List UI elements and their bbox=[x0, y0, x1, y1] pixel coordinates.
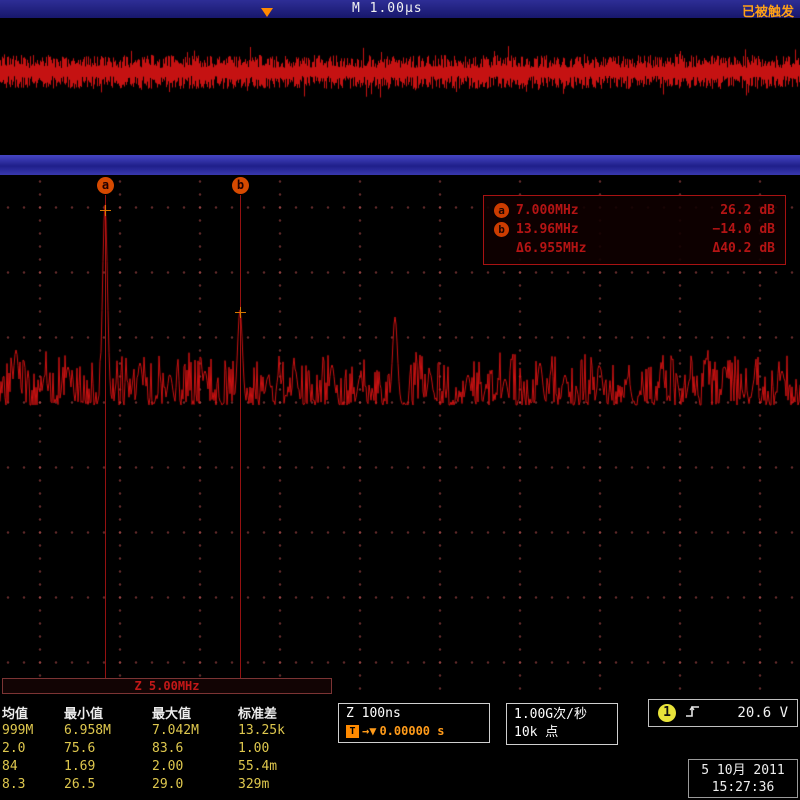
edge-slope-icon bbox=[685, 704, 701, 723]
cursor-a-level: 26.2 dB bbox=[720, 203, 775, 218]
oscilloscope-screen: M 1.00μs 已被触发 a b a 7.000MHz 26.2 dB b 1… bbox=[0, 0, 800, 800]
pane-separator bbox=[0, 155, 800, 175]
meas-header-max: 最大值 bbox=[152, 703, 238, 723]
cursor-delta-badge-spacer bbox=[494, 241, 509, 256]
trigger-position-readout: 0.00000 s bbox=[379, 724, 444, 738]
center-frequency-bar: Z 5.00MHz bbox=[2, 678, 332, 694]
meas-cell: 999M bbox=[2, 723, 64, 741]
meas-cell: 29.0 bbox=[152, 777, 238, 795]
top-status-bar: M 1.00μs 已被触发 bbox=[0, 0, 800, 18]
meas-cell: 2.00 bbox=[152, 759, 238, 777]
time-waveform-canvas bbox=[0, 18, 800, 155]
meas-cell: 1.69 bbox=[64, 759, 152, 777]
cursor-delta-frequency: Δ6.955MHz bbox=[516, 241, 586, 256]
record-length-readout: 10k 点 bbox=[514, 724, 610, 742]
cursor-delta-readout-row: Δ6.955MHz Δ40.2 dB bbox=[494, 239, 775, 258]
bottom-status-panel: 均值 最小值 最大值 标准差 999M 6.958M 7.042M 13.25k… bbox=[0, 695, 800, 800]
cursor-delta-level: Δ40.2 dB bbox=[712, 241, 775, 256]
date-readout: 5 10月 2011 bbox=[689, 762, 797, 779]
fft-graticule: a b a 7.000MHz 26.2 dB b 13.96MHz −14.0 … bbox=[0, 175, 800, 695]
trigger-t-icon: T bbox=[346, 725, 359, 738]
cursor-b-handle[interactable]: b bbox=[232, 177, 249, 194]
trigger-position-marker-icon bbox=[261, 8, 273, 17]
cursor-b-readout-row: b 13.96MHz −14.0 dB bbox=[494, 220, 775, 239]
acquisition-box: 1.00G次/秒 10k 点 bbox=[506, 703, 618, 745]
meas-cell: 2.0 bbox=[2, 741, 64, 759]
trigger-level-readout: 20.6 V bbox=[737, 705, 788, 721]
meas-cell: 13.25k bbox=[238, 723, 322, 741]
measurement-table: 均值 最小值 最大值 标准差 999M 6.958M 7.042M 13.25k… bbox=[2, 703, 322, 795]
meas-header-min: 最小值 bbox=[64, 703, 152, 723]
cursor-b-cross-icon bbox=[235, 307, 246, 318]
cursor-b-level: −14.0 dB bbox=[712, 222, 775, 237]
meas-cell: 1.00 bbox=[238, 741, 322, 759]
meas-cell: 83.6 bbox=[152, 741, 238, 759]
zoom-timebase-readout: Z 100ns bbox=[346, 706, 482, 721]
meas-header-stddev: 标准差 bbox=[238, 703, 322, 723]
meas-cell: 7.042M bbox=[152, 723, 238, 741]
meas-cell: 26.5 bbox=[64, 777, 152, 795]
cursor-b-badge: b bbox=[494, 222, 509, 237]
meas-cell: 75.6 bbox=[64, 741, 152, 759]
cursor-a-handle[interactable]: a bbox=[97, 177, 114, 194]
cursor-a-badge: a bbox=[494, 203, 509, 218]
sample-rate-readout: 1.00G次/秒 bbox=[514, 706, 610, 724]
zoom-timebase-box: Z 100ns T →▼ 0.00000 s bbox=[338, 703, 490, 743]
time-readout: 15:27:36 bbox=[689, 779, 797, 796]
main-timebase-readout: M 1.00μs bbox=[352, 1, 423, 16]
cursor-a-cross-icon bbox=[100, 205, 111, 216]
meas-cell: 8.3 bbox=[2, 777, 64, 795]
meas-cell: 84 bbox=[2, 759, 64, 777]
meas-cell: 55.4m bbox=[238, 759, 322, 777]
datetime-box: 5 10月 2011 15:27:36 bbox=[688, 759, 798, 798]
meas-header-mean: 均值 bbox=[2, 703, 64, 723]
trigger-source-box: 1 20.6 V bbox=[648, 699, 798, 727]
channel-1-badge: 1 bbox=[658, 704, 676, 722]
trigger-arrow-icon: →▼ bbox=[362, 724, 376, 738]
cursor-b-frequency: 13.96MHz bbox=[516, 222, 579, 237]
cursor-readout-box: a 7.000MHz 26.2 dB b 13.96MHz −14.0 dB Δ… bbox=[483, 195, 786, 265]
meas-cell: 6.958M bbox=[64, 723, 152, 741]
trigger-position-row: T →▼ 0.00000 s bbox=[346, 724, 482, 738]
cursor-a-readout-row: a 7.000MHz 26.2 dB bbox=[494, 201, 775, 220]
meas-cell: 329m bbox=[238, 777, 322, 795]
cursor-a-frequency: 7.000MHz bbox=[516, 203, 579, 218]
